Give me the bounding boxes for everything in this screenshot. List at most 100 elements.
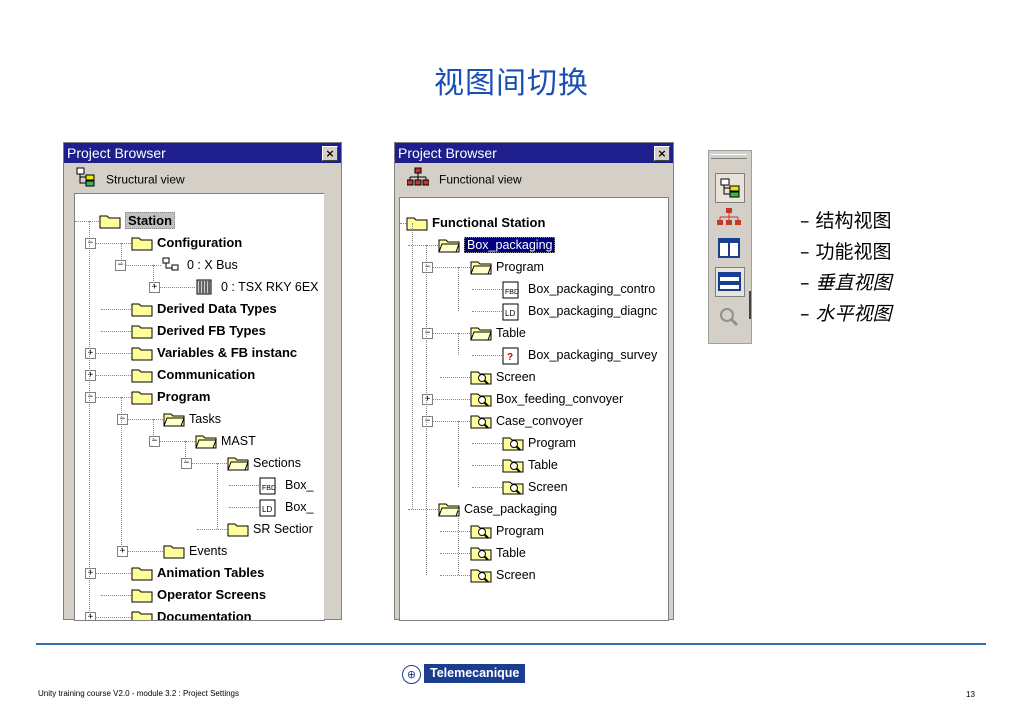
collapse-toggle[interactable]: − <box>422 262 433 273</box>
tree-item-text: Box_packaging_survey <box>528 348 658 362</box>
tree-item-label[interactable]: Events <box>189 540 227 562</box>
tree-item-label[interactable]: Box_ <box>285 474 314 496</box>
expand-toggle[interactable]: + <box>85 370 96 381</box>
tree-item-label[interactable]: Box_packaging_diagnc <box>528 300 657 322</box>
screen-folder-icon <box>502 435 524 455</box>
tree-item-label[interactable]: Variables & FB instanc <box>157 342 297 364</box>
vertical-split-icon <box>718 238 740 258</box>
expand-toggle[interactable]: + <box>85 612 96 620</box>
scrollbar[interactable] <box>324 193 339 619</box>
tree-connector-line <box>153 265 154 287</box>
tree-item-label[interactable]: Derived Data Types <box>157 298 277 320</box>
tree-item-label[interactable]: Box_packaging <box>464 234 556 256</box>
tree-item-label[interactable]: Case_convoyer <box>496 410 583 432</box>
window-title-bar[interactable]: Project Browser <box>64 143 341 163</box>
folder-icon <box>131 587 153 607</box>
tree-item-label[interactable]: Screen <box>528 476 568 498</box>
tree-connector-line <box>229 485 259 486</box>
tree-item-label[interactable]: Case_packaging <box>464 498 557 520</box>
vertical-split-button[interactable] <box>715 235 743 263</box>
functional-tree[interactable]: Functional Station Box_packaging − Program F… <box>399 197 669 621</box>
tree-item-text: Derived Data Types <box>157 301 277 316</box>
folder-icon <box>131 301 153 321</box>
tree-item-label[interactable]: Configuration <box>157 232 242 254</box>
tree-connector-line <box>96 397 131 398</box>
collapse-toggle[interactable]: − <box>181 458 192 469</box>
tree-connector-line <box>458 333 459 355</box>
tree-item-label[interactable]: Screen <box>496 564 536 586</box>
screen-folder-icon <box>470 369 492 389</box>
tree-item-text: Animation Tables <box>157 565 265 580</box>
tree-connector-line <box>121 243 122 265</box>
tree-item-text: Functional Station <box>432 215 546 230</box>
collapse-toggle[interactable]: − <box>422 416 433 427</box>
structural-tree[interactable]: Station − Configuration − 0 : X Bus +0 : TSX … <box>74 193 325 621</box>
functional-view-button[interactable] <box>715 205 743 233</box>
tree-item-label[interactable]: Box_packaging_contro <box>528 278 655 300</box>
tree-item-label[interactable]: Documentation <box>157 606 252 620</box>
collapse-toggle[interactable]: − <box>117 414 128 425</box>
window-title: Project Browser <box>398 145 497 161</box>
close-button[interactable]: × <box>654 146 670 161</box>
tree-connector-line <box>89 221 90 617</box>
tree-item-label[interactable]: 0 : TSX RKY 6EX <box>221 276 319 298</box>
collapse-toggle[interactable]: − <box>149 436 160 447</box>
tree-item-label[interactable]: Sections <box>253 452 301 474</box>
tree-connector-line <box>412 223 413 509</box>
tree-item-label[interactable]: Animation Tables <box>157 562 264 584</box>
tree-item-label[interactable]: Program <box>496 520 544 542</box>
tree-item-label[interactable]: Communication <box>157 364 255 386</box>
folder-icon <box>163 543 185 563</box>
tree-item-label[interactable]: SR Sectior <box>253 518 313 540</box>
tree-item-label[interactable]: Box_packaging_survey <box>528 344 657 366</box>
tree-item-label[interactable]: Tasks <box>189 408 221 430</box>
collapse-toggle[interactable]: − <box>85 392 96 403</box>
tree-connector-line <box>185 441 186 463</box>
tree-item-label[interactable]: 0 : X Bus <box>187 254 238 276</box>
tree-connector-line <box>160 287 195 288</box>
open-folder-icon <box>470 325 492 345</box>
tree-item-label[interactable]: Table <box>528 454 558 476</box>
tree-connector-line <box>472 311 502 312</box>
tree-item-label[interactable]: Program <box>496 256 544 278</box>
expand-toggle[interactable]: + <box>422 394 433 405</box>
open-folder-icon <box>227 455 249 475</box>
tree-connector-line <box>128 419 163 420</box>
tree-item-text: Program <box>157 389 211 404</box>
tree-item-label[interactable]: Box_feeding_convoyer <box>496 388 623 410</box>
collapse-toggle[interactable]: − <box>422 328 433 339</box>
horizontal-split-button[interactable] <box>715 267 745 297</box>
tree-item-label[interactable]: Screen <box>496 366 536 388</box>
tree-item-label[interactable]: Table <box>496 542 526 564</box>
tree-item-label[interactable]: Box_ <box>285 496 314 518</box>
tree-item-label[interactable]: Program <box>528 432 576 454</box>
tree-connector-line <box>96 573 131 574</box>
collapse-toggle[interactable]: − <box>85 238 96 249</box>
tree-item-label[interactable]: Station <box>125 210 176 232</box>
tree-item-label[interactable]: Operator Screens <box>157 584 266 606</box>
bullet-vertical-view: – 垂直视图 <box>800 272 892 294</box>
folder-icon <box>131 367 153 387</box>
tree-item-label[interactable]: Derived FB Types <box>157 320 266 342</box>
tree-item-label[interactable]: Table <box>496 322 526 344</box>
slide-title: 视图间切换 <box>434 66 589 101</box>
expand-toggle[interactable]: + <box>85 348 96 359</box>
expand-toggle[interactable]: + <box>85 568 96 579</box>
page-number: 13 <box>966 690 975 699</box>
zoom-button[interactable] <box>715 303 743 331</box>
tree-item-text: Box_feeding_convoyer <box>496 392 624 406</box>
tree-item-text: Screen <box>528 480 568 494</box>
view-label: Functional view <box>439 172 522 187</box>
bullet-functional-view: – 功能视图 <box>800 241 892 263</box>
tree-item-label[interactable]: Program <box>157 386 210 408</box>
close-button[interactable]: × <box>322 146 338 161</box>
open-folder-icon <box>470 259 492 279</box>
expand-toggle[interactable]: + <box>149 282 160 293</box>
tree-item-label[interactable]: Functional Station <box>432 212 545 234</box>
fbd-section-icon: FBD <box>259 477 277 499</box>
expand-toggle[interactable]: + <box>117 546 128 557</box>
structural-view-button[interactable] <box>715 173 745 203</box>
folder-icon <box>131 609 153 620</box>
window-title-bar[interactable]: Project Browser <box>395 143 673 163</box>
tree-item-label[interactable]: MAST <box>221 430 256 452</box>
